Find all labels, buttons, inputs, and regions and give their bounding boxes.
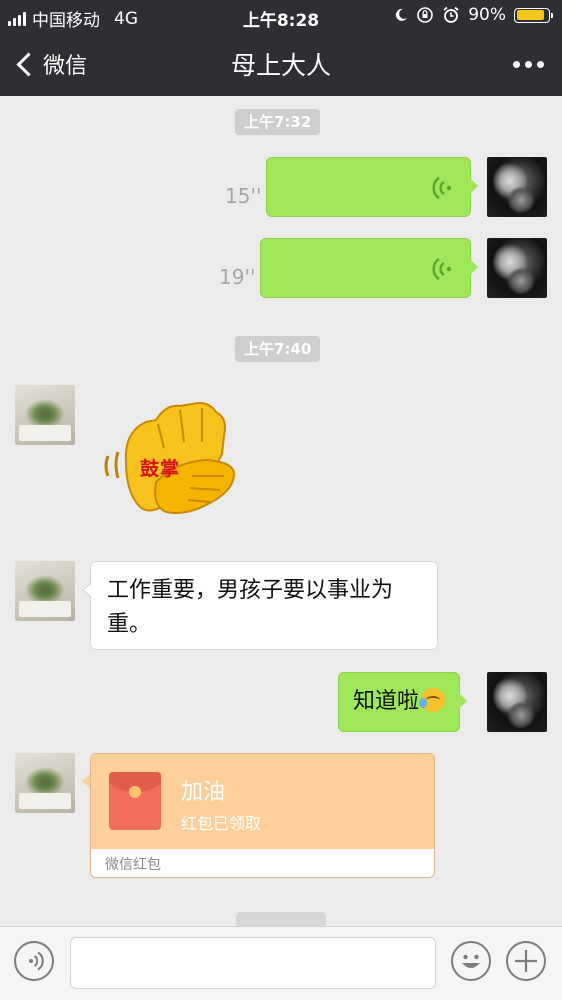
- timestamp-label: 上午7:32: [235, 109, 321, 135]
- orientation-lock-icon: [417, 7, 434, 23]
- red-packet-footer: 微信红包: [91, 849, 434, 877]
- my-avatar[interactable]: [487, 157, 547, 217]
- voice-wave-icon: [432, 258, 452, 280]
- more-icon[interactable]: [513, 61, 544, 68]
- chat-title: 母上大人: [230, 51, 331, 80]
- nav-bar: 微信 母上大人: [0, 32, 562, 96]
- message-text: 工作重要，男孩子要以事业为重。: [107, 578, 394, 637]
- my-avatar[interactable]: [487, 238, 547, 298]
- red-envelope-icon: [109, 772, 161, 830]
- battery-icon: [514, 7, 553, 23]
- voice-duration: 19'': [219, 265, 256, 289]
- crying-laughing-emoji-icon: [419, 688, 446, 712]
- voice-message-bubble[interactable]: [260, 238, 478, 298]
- my-avatar[interactable]: [487, 672, 547, 732]
- plus-icon[interactable]: [506, 941, 546, 981]
- sticker-caption: 鼓掌: [140, 458, 181, 480]
- red-packet-footer-label: 微信红包: [105, 857, 161, 873]
- contact-avatar[interactable]: [15, 385, 75, 445]
- red-packet-status: 红包已领取: [181, 814, 262, 833]
- moon-icon: [396, 8, 408, 21]
- contact-avatar[interactable]: [15, 753, 75, 813]
- sent-text-bubble[interactable]: 知道啦: [338, 672, 468, 732]
- message-text: 知道啦: [353, 689, 420, 714]
- red-packet-title: 加油: [181, 780, 226, 805]
- status-right: 90%: [394, 5, 553, 25]
- battery-percent: 90%: [468, 5, 506, 25]
- emoji-icon[interactable]: [451, 941, 491, 981]
- voice-wave-icon: [432, 177, 452, 199]
- red-packet-body: 加油 红包已领取: [91, 754, 434, 849]
- alarm-icon: [443, 6, 459, 23]
- red-packet-card[interactable]: 加油 红包已领取 微信红包: [90, 753, 435, 878]
- status-bar: 中国移动 4G 上午8:28 90%: [0, 0, 562, 32]
- voice-message-bubble[interactable]: [266, 157, 478, 217]
- timestamp-label: 上午7:40: [235, 336, 321, 362]
- message-input[interactable]: [70, 937, 436, 989]
- voice-input-icon[interactable]: [14, 941, 54, 981]
- received-text-bubble[interactable]: 工作重要，男孩子要以事业为重。: [82, 561, 438, 650]
- voice-duration: 15'': [225, 184, 262, 208]
- contact-avatar[interactable]: [15, 561, 75, 621]
- input-bar: [0, 926, 562, 1000]
